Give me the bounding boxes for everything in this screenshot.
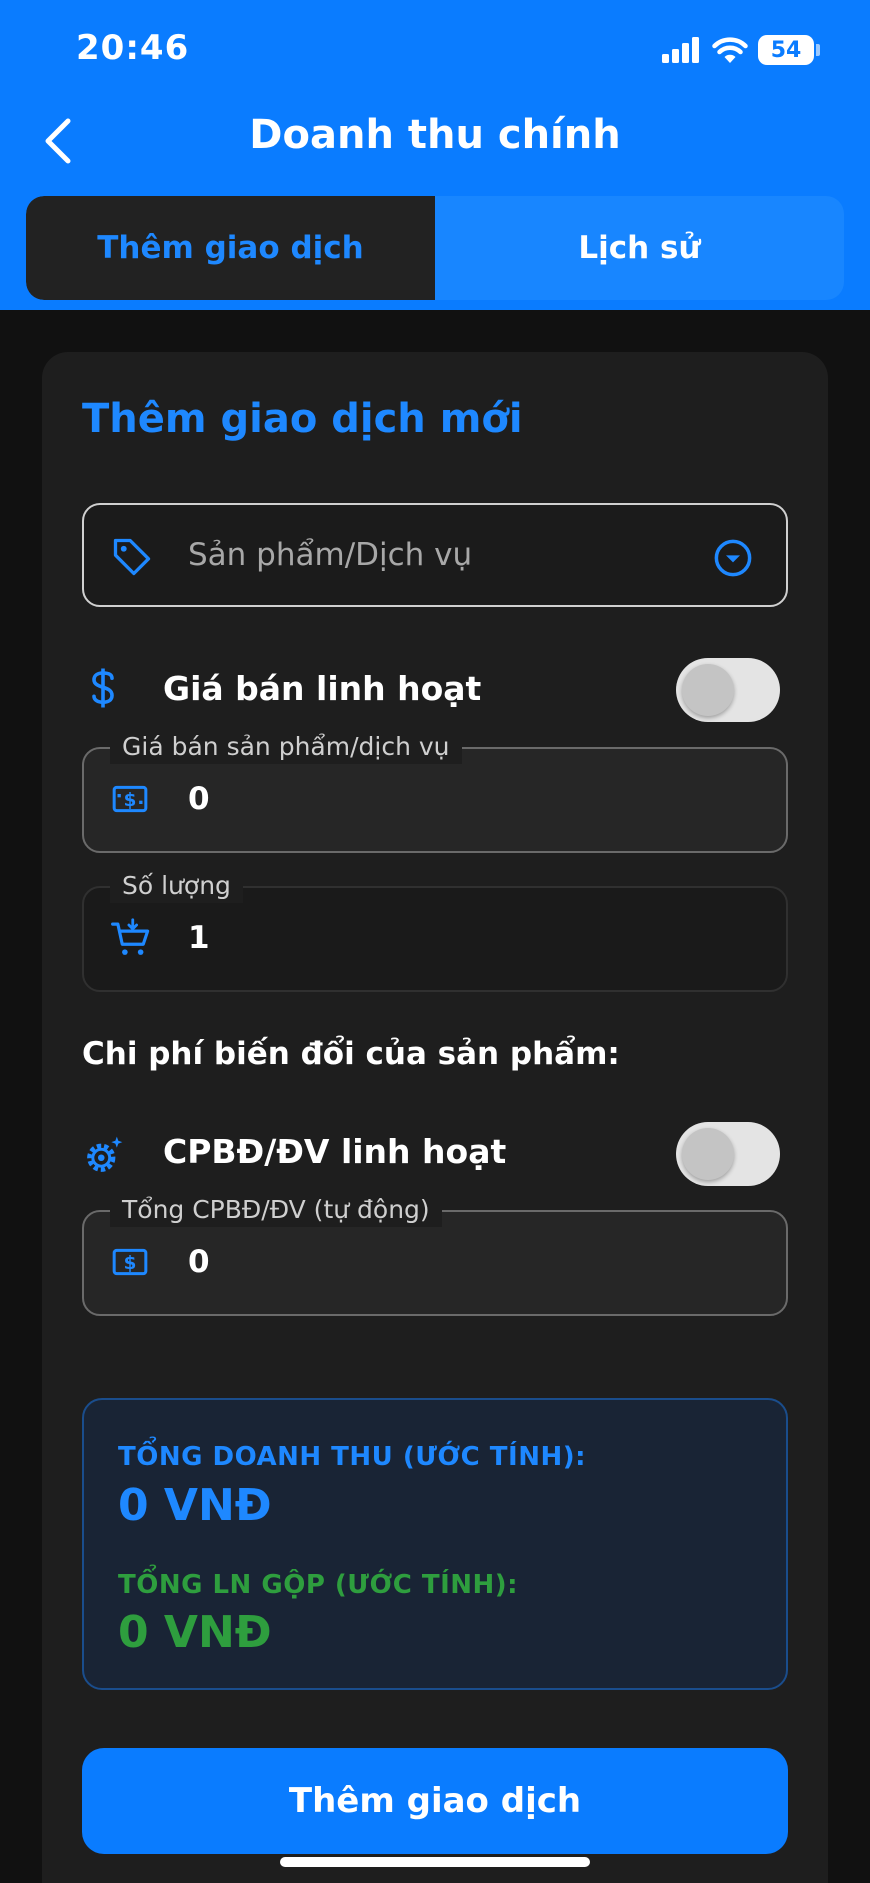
wifi-icon xyxy=(712,37,748,63)
page-title: Doanh thu chính xyxy=(249,112,621,158)
battery-icon: 54 xyxy=(758,35,820,65)
signal-icon xyxy=(662,37,699,63)
quantity-value: 1 xyxy=(188,920,210,956)
tab-bar: Thêm giao dịch Lịch sử xyxy=(26,196,844,300)
variable-cost-section-label: Chi phí biến đổi của sản phẩm: xyxy=(82,1036,620,1072)
price-field-label: Giá bán sản phẩm/dịch vụ xyxy=(110,730,462,764)
chevron-down-circle-icon xyxy=(712,537,754,583)
battery-level: 54 xyxy=(770,37,802,63)
price-field[interactable]: Giá bán sản phẩm/dịch vụ $ 0 xyxy=(82,730,788,853)
summary-box: TỔNG DOANH THU (ƯỚC TÍNH): 0 VNĐ TỔNG LN… xyxy=(82,1398,788,1690)
toggle-knob xyxy=(682,664,734,716)
status-icons: 54 xyxy=(662,30,820,70)
price-value: 0 xyxy=(188,781,210,817)
dollar-icon xyxy=(88,667,118,713)
money-icon: $ xyxy=(110,1242,150,1286)
money-icon: $ xyxy=(110,779,150,823)
svg-text:$: $ xyxy=(124,790,137,811)
tag-icon xyxy=(110,535,154,583)
tab-add-transaction[interactable]: Thêm giao dịch xyxy=(26,196,435,300)
svg-text:$: $ xyxy=(124,1253,137,1274)
status-time: 20:46 xyxy=(76,28,190,68)
tab-history[interactable]: Lịch sử xyxy=(435,196,844,300)
product-select[interactable]: Sản phẩm/Dịch vụ xyxy=(82,503,788,607)
total-revenue-value: 0 VNĐ xyxy=(118,1480,272,1531)
total-cost-field[interactable]: Tổng CPBĐ/ĐV (tự động) $ 0 xyxy=(82,1193,788,1316)
toggle-knob xyxy=(682,1128,734,1180)
gear-icon xyxy=(82,1133,126,1181)
cart-icon xyxy=(110,918,152,964)
app-header: 20:46 54 Doanh thu chính Thêm giao dịch … xyxy=(0,0,870,310)
flexible-cost-toggle[interactable] xyxy=(676,1122,780,1186)
total-cost-field-label: Tổng CPBĐ/ĐV (tự động) xyxy=(110,1193,442,1227)
home-indicator xyxy=(280,1857,590,1867)
flexible-price-toggle[interactable] xyxy=(676,658,780,722)
quantity-field[interactable]: Số lượng 1 xyxy=(82,869,788,992)
flexible-cost-label: CPBĐ/ĐV linh hoạt xyxy=(163,1132,507,1171)
total-cost-value: 0 xyxy=(188,1244,210,1280)
gross-profit-value: 0 VNĐ xyxy=(118,1607,272,1658)
quantity-field-label: Số lượng xyxy=(110,869,243,903)
form-title: Thêm giao dịch mới xyxy=(82,396,523,442)
product-select-placeholder: Sản phẩm/Dịch vụ xyxy=(188,537,473,573)
flexible-price-label: Giá bán linh hoạt xyxy=(163,669,482,708)
total-revenue-label: TỔNG DOANH THU (ƯỚC TÍNH): xyxy=(118,1442,586,1472)
gross-profit-label: TỔNG LN GỘP (ƯỚC TÍNH): xyxy=(118,1570,519,1600)
add-transaction-button[interactable]: Thêm giao dịch xyxy=(82,1748,788,1854)
